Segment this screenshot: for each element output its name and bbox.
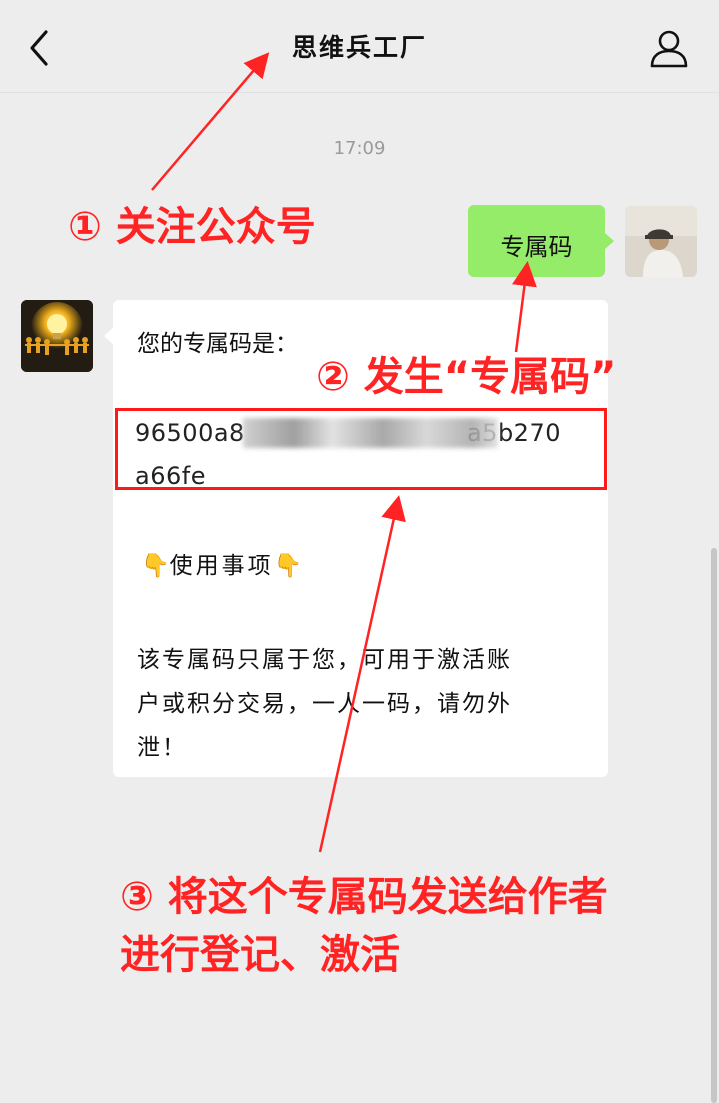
arrow-to-sent-message	[512, 261, 537, 353]
arrow-to-title	[151, 52, 270, 191]
scrollbar[interactable]	[711, 548, 717, 1103]
annotation-arrows	[151, 52, 537, 853]
arrow-to-code	[318, 495, 406, 853]
